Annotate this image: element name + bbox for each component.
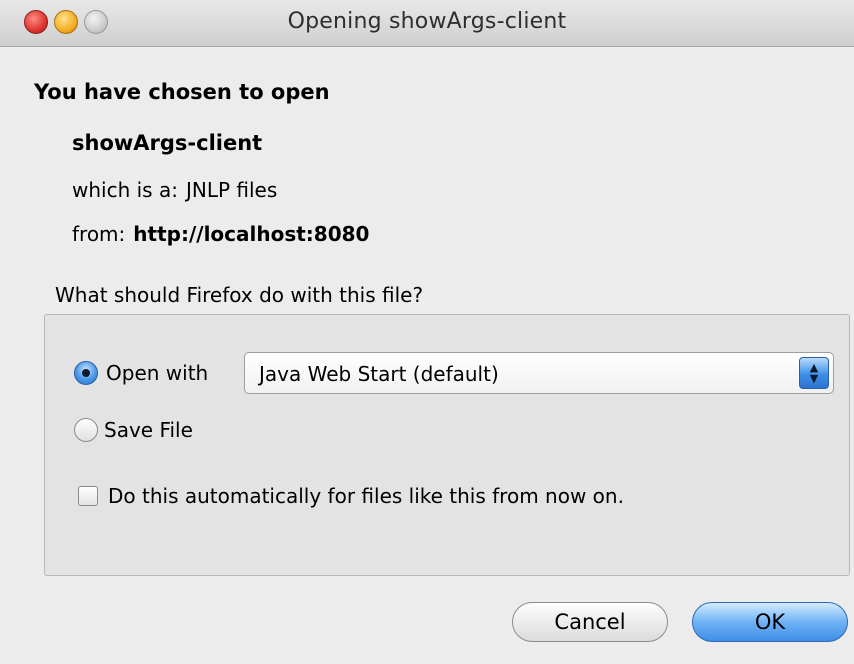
up-down-arrows-icon[interactable]: ▲ ▼ — [799, 357, 829, 389]
dialog-heading: You have chosen to open — [34, 80, 330, 104]
action-question: What should Firefox do with this file? — [55, 283, 424, 307]
title-bar[interactable]: Opening showArgs-client — [0, 0, 854, 47]
save-file-radio[interactable] — [74, 418, 98, 442]
file-source-label: from: — [72, 222, 126, 246]
file-type-line: which is a: JNLP files — [72, 178, 277, 202]
auto-action-checkbox[interactable] — [78, 486, 98, 506]
file-type-label: which is a: — [72, 178, 178, 202]
file-name: showArgs-client — [72, 131, 263, 155]
ok-button[interactable]: OK — [692, 602, 848, 642]
open-with-label[interactable]: Open with — [106, 361, 208, 385]
file-source-url: http://localhost:8080 — [133, 222, 370, 246]
application-select-value: Java Web Start (default) — [259, 362, 499, 386]
file-source-line: from: http://localhost:8080 — [72, 222, 369, 246]
download-dialog-window: Opening showArgs-client You have chosen … — [0, 0, 854, 664]
application-select[interactable]: Java Web Start (default) ▲ ▼ — [244, 352, 834, 394]
save-file-label[interactable]: Save File — [104, 418, 193, 442]
cancel-button[interactable]: Cancel — [512, 602, 668, 642]
open-with-radio[interactable] — [74, 361, 98, 385]
auto-action-label[interactable]: Do this automatically for files like thi… — [108, 484, 624, 508]
file-type-value: JNLP files — [185, 178, 278, 202]
window-title: Opening showArgs-client — [287, 9, 567, 34]
